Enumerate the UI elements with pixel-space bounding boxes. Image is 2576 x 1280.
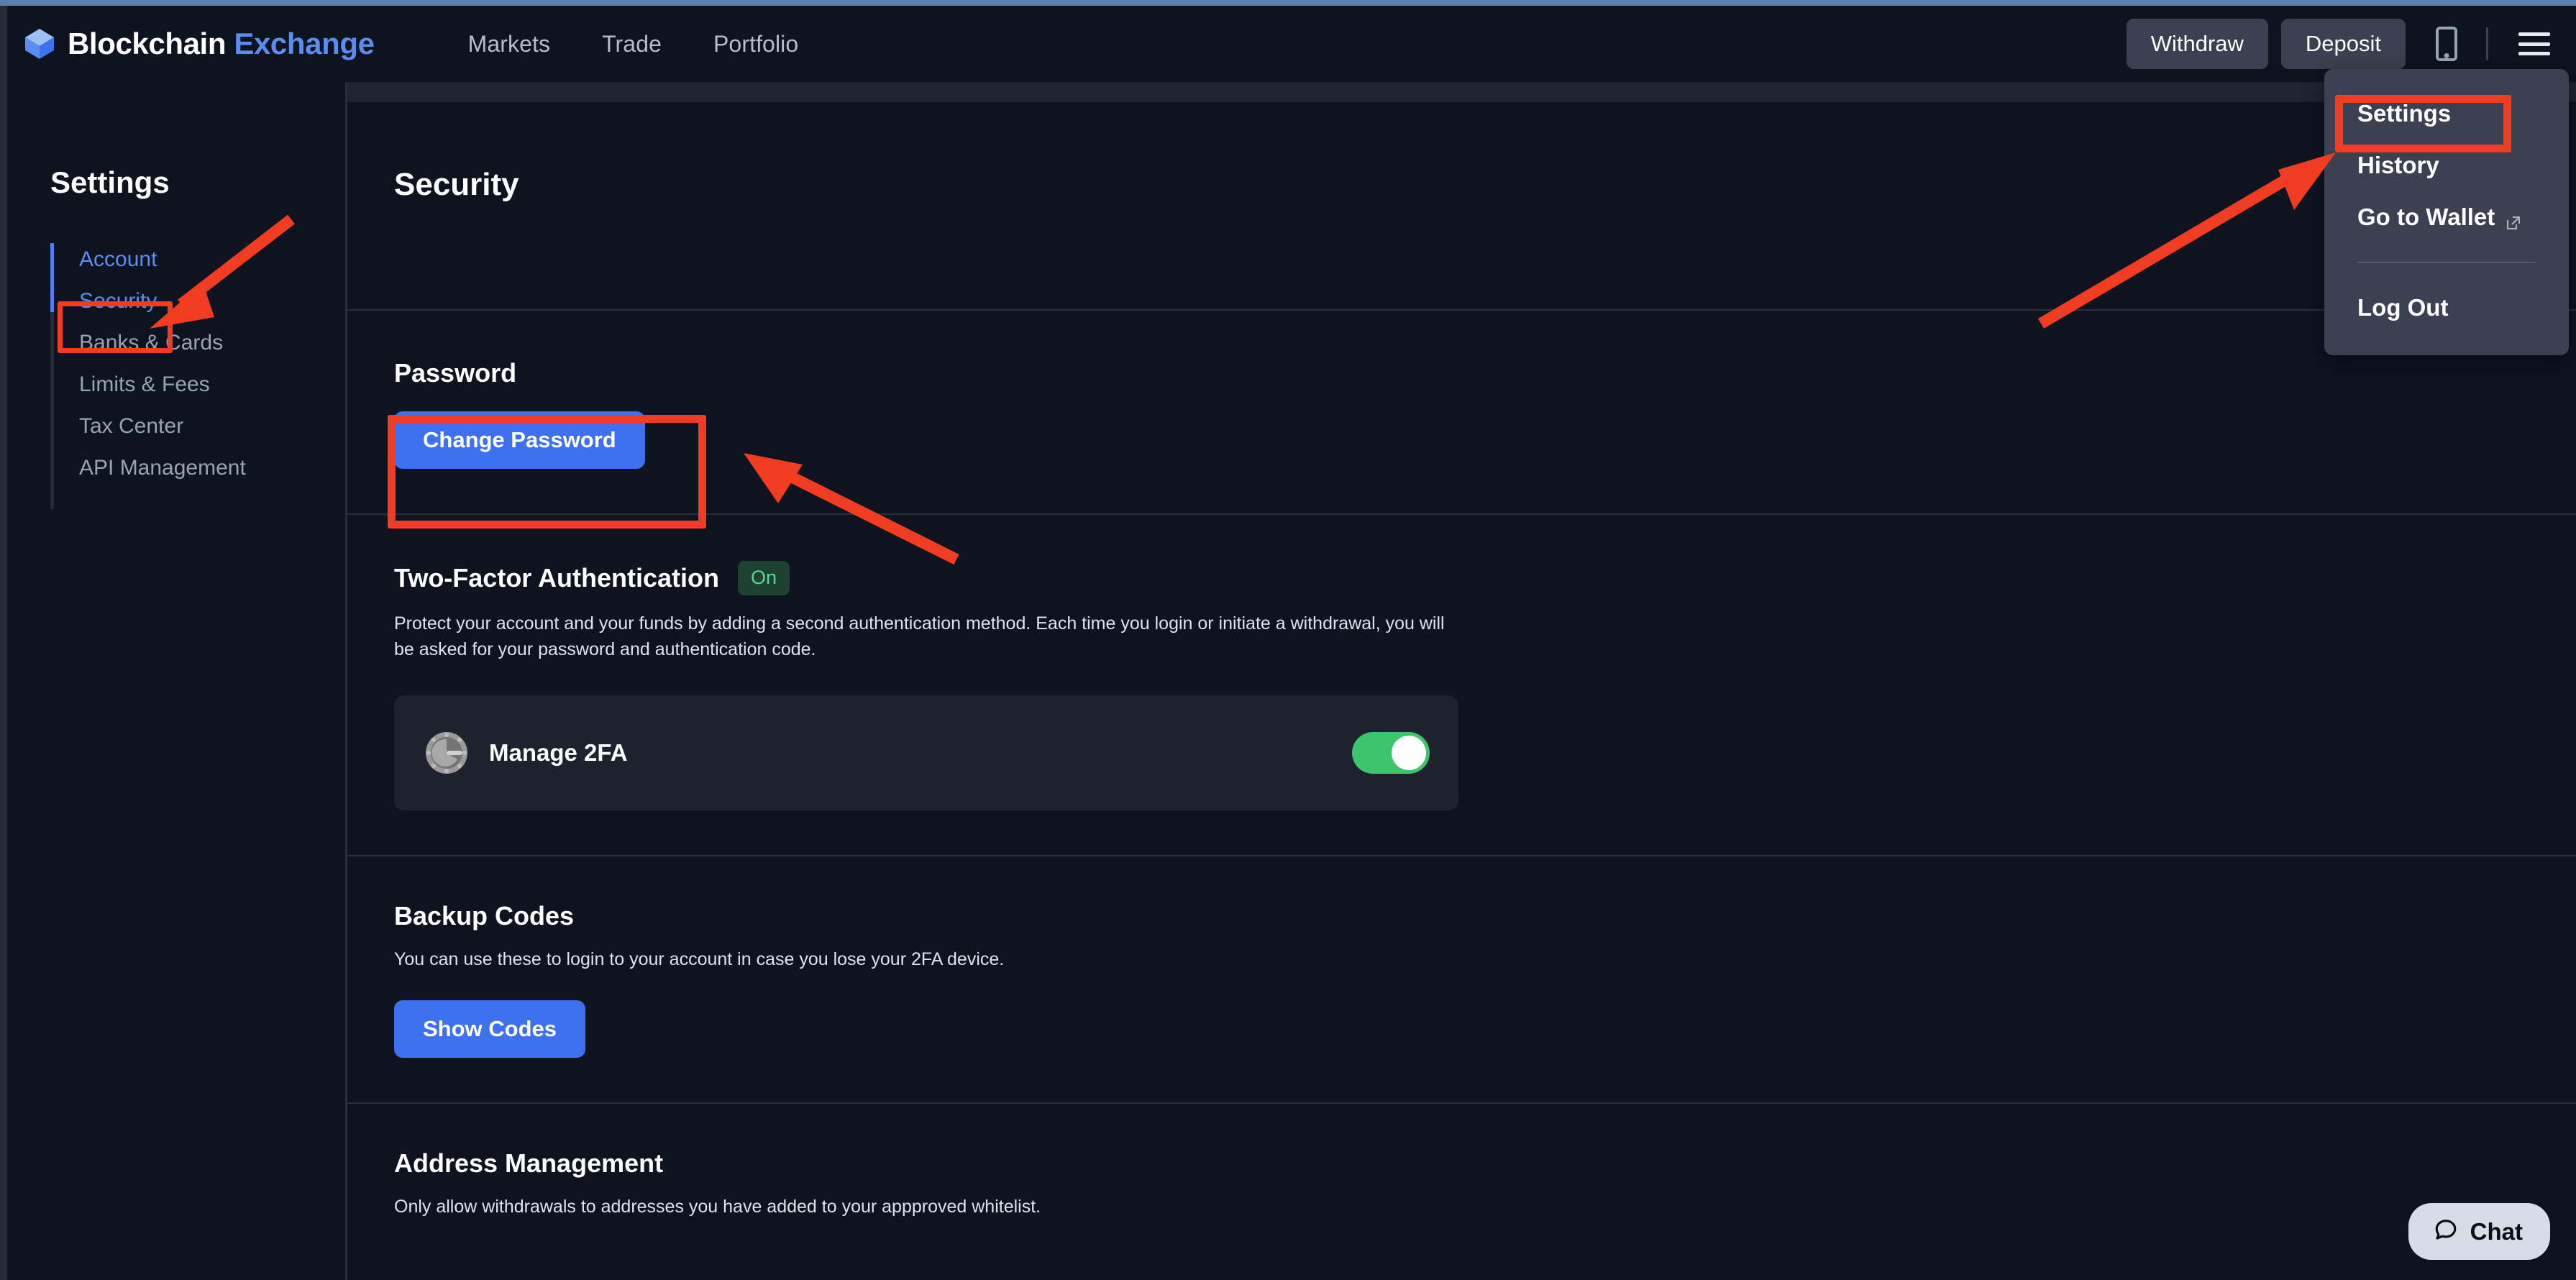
- annotation-arrow-to-change-password: [744, 453, 959, 565]
- nav-item-trade[interactable]: Trade: [602, 31, 662, 58]
- brand-name-primary: Blockchain: [68, 27, 227, 60]
- manage-2fa-toggle[interactable]: [1352, 732, 1430, 774]
- annotation-arrow-to-security: [150, 214, 295, 329]
- withdraw-button[interactable]: Withdraw: [2126, 19, 2268, 69]
- two-factor-section-title: Two-Factor Authentication: [394, 563, 719, 593]
- two-factor-title-row: Two-Factor Authentication On: [394, 561, 2576, 595]
- menu-item-settings[interactable]: Settings: [2324, 88, 2569, 140]
- main-nav: Markets Trade Portfolio: [468, 31, 799, 58]
- browser-top-edge: [0, 0, 2576, 6]
- toggle-knob: [1392, 736, 1426, 770]
- two-factor-description: Protect your account and your funds by a…: [394, 613, 1445, 659]
- app-root: Blockchain Exchange Markets Trade Portfo…: [0, 0, 2576, 1280]
- chat-bubble-icon: [2433, 1217, 2459, 1246]
- deposit-button[interactable]: Deposit: [2280, 19, 2406, 69]
- sidebar-title: Settings: [50, 165, 170, 199]
- address-management-description: Only allow withdrawals to addresses you …: [394, 1196, 1041, 1217]
- browser-left-rail: [0, 6, 7, 1280]
- nav-item-markets[interactable]: Markets: [468, 31, 551, 58]
- external-link-icon: [2505, 210, 2522, 229]
- google-authenticator-icon: [424, 731, 469, 775]
- hamburger-menu-icon[interactable]: [2518, 32, 2550, 55]
- manage-2fa-label: Manage 2FA: [489, 739, 628, 766]
- brand-logo[interactable]: Blockchain Exchange: [23, 27, 375, 61]
- mobile-phone-icon[interactable]: [2436, 27, 2457, 61]
- backup-codes-title: Backup Codes: [394, 901, 575, 931]
- menu-item-settings-label: Settings: [2357, 100, 2452, 127]
- chat-label: Chat: [2470, 1217, 2523, 1245]
- two-factor-section: Two-Factor Authentication On Protect you…: [347, 515, 2576, 855]
- top-header: Blockchain Exchange Markets Trade Portfo…: [7, 6, 2576, 82]
- backup-codes-description: You can use these to login to your accou…: [394, 949, 1005, 969]
- show-codes-button[interactable]: Show Codes: [394, 1000, 586, 1058]
- brand-name: Blockchain Exchange: [68, 27, 375, 61]
- chat-widget-button[interactable]: Chat: [2408, 1203, 2550, 1260]
- sidebar-item-api-management[interactable]: API Management: [50, 447, 345, 489]
- header-divider: [2486, 27, 2488, 60]
- change-password-button[interactable]: Change Password: [394, 411, 645, 469]
- brand-name-secondary: Exchange: [234, 27, 375, 60]
- backup-codes-section: Backup Codes You can use these to login …: [347, 856, 2576, 1102]
- address-management-title: Address Management: [394, 1148, 664, 1178]
- main-top-strip: [347, 82, 2576, 102]
- address-management-section: Address Management Only allow withdrawal…: [347, 1104, 2576, 1220]
- annotation-arrow-to-settings: [2037, 152, 2336, 329]
- sidebar-track-active: [50, 243, 54, 312]
- blockchain-cube-icon: [23, 27, 56, 60]
- manage-2fa-card[interactable]: Manage 2FA: [394, 695, 1458, 810]
- sidebar-item-tax-center[interactable]: Tax Center: [50, 406, 345, 447]
- nav-item-portfolio[interactable]: Portfolio: [713, 31, 798, 58]
